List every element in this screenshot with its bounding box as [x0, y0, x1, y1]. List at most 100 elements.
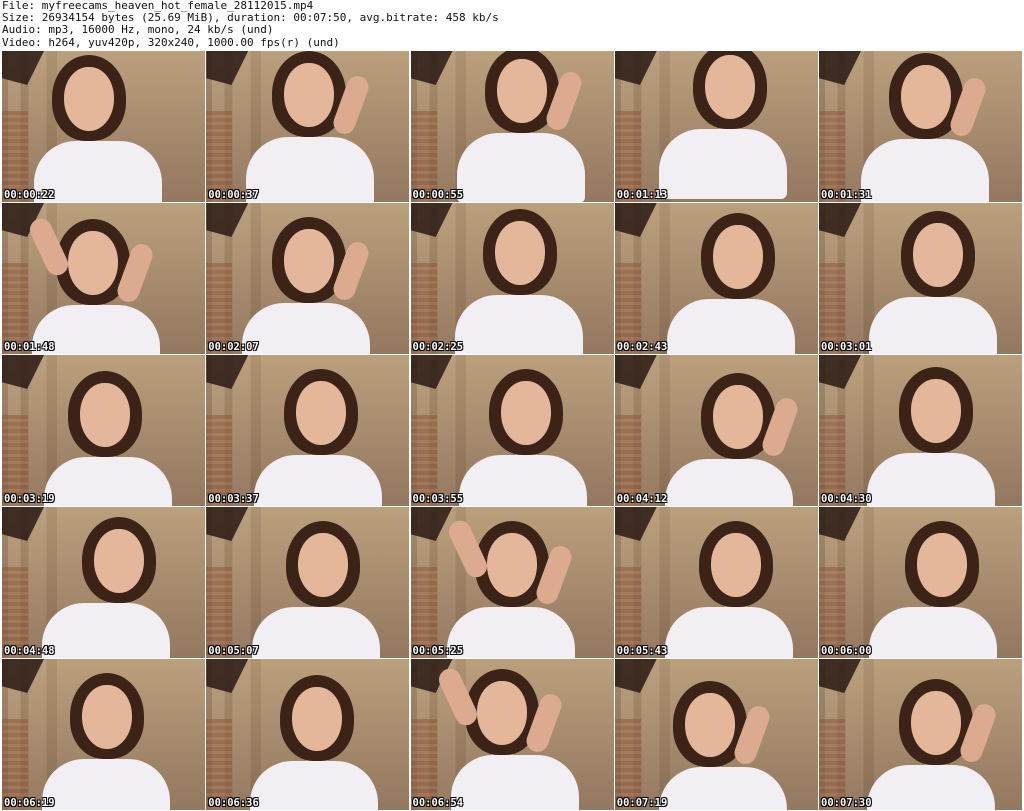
white-shirt	[44, 457, 172, 506]
thumbnail-timestamp: 00:06:00	[821, 645, 872, 657]
white-shirt	[246, 137, 375, 202]
thumbnail-timestamp: 00:00:37	[208, 189, 259, 201]
thumbnail-timestamp: 00:01:31	[821, 189, 872, 201]
background-shelf	[206, 51, 249, 85]
background-shelf	[2, 355, 44, 389]
thumbnail-timestamp: 00:01:13	[616, 189, 668, 201]
white-shirt	[252, 607, 381, 658]
thumbnail-timestamp: 00:03:19	[4, 493, 55, 505]
video-thumbnail: 00:04:48	[2, 507, 205, 658]
video-info-line: Video: h264, yuv420p, 320x240, 1000.00 f…	[2, 35, 340, 49]
thumbnail-timestamp: 00:05:25	[412, 645, 464, 657]
video-thumbnail: 00:02:43	[614, 203, 818, 354]
white-shirt	[861, 139, 989, 202]
face	[476, 681, 527, 745]
thumbnail-timestamp: 00:06:54	[412, 797, 464, 809]
white-shirt	[666, 299, 795, 354]
thumbnail-timestamp: 00:04:12	[616, 493, 668, 505]
white-shirt	[454, 295, 583, 354]
face	[684, 693, 735, 757]
white-shirt	[658, 129, 787, 199]
face	[500, 381, 551, 445]
background-shelf	[614, 203, 657, 237]
face	[486, 533, 537, 597]
background-shelf	[206, 355, 249, 389]
white-shirt	[42, 759, 170, 810]
background-shelf	[819, 355, 861, 389]
video-thumbnail: 00:03:01	[819, 203, 1022, 354]
thumbnail-timestamp: 00:03:01	[821, 341, 872, 353]
file-info-header: File: myfreecams_heaven_hot_female_28112…	[2, 0, 1022, 50]
thumbnail-timestamp: 00:01:48	[4, 341, 55, 353]
thumbnail-timestamp: 00:00:22	[4, 189, 55, 201]
thumbnail-timestamp: 00:07:19	[616, 797, 668, 809]
video-thumbnail: 00:05:43	[614, 507, 818, 658]
video-thumbnail: 00:04:30	[819, 355, 1022, 506]
background-shelf	[410, 51, 453, 85]
white-shirt	[450, 755, 579, 810]
white-shirt	[42, 603, 170, 658]
thumbnail-timestamp: 00:05:43	[616, 645, 668, 657]
video-thumbnail: 00:02:07	[206, 203, 410, 354]
face	[901, 65, 951, 129]
thumbnail-timestamp: 00:06:36	[208, 797, 259, 809]
video-thumbnail: 00:06:54	[410, 659, 614, 810]
face	[913, 223, 963, 287]
face	[64, 67, 114, 131]
white-shirt	[867, 765, 995, 810]
face	[292, 687, 343, 751]
face	[712, 385, 763, 449]
video-thumbnail: 00:04:12	[614, 355, 818, 506]
video-thumbnail: 00:03:19	[2, 355, 205, 506]
white-shirt	[664, 459, 793, 506]
video-thumbnail: 00:05:07	[206, 507, 410, 658]
face	[494, 221, 545, 285]
background-shelf	[614, 507, 657, 541]
white-shirt	[254, 455, 383, 506]
video-thumbnail: 00:02:25	[410, 203, 614, 354]
face	[94, 529, 144, 593]
background-shelf	[2, 659, 44, 693]
face	[712, 225, 763, 289]
face	[917, 533, 967, 597]
thumbnail-timestamp: 00:02:25	[412, 341, 464, 353]
video-thumbnail: 00:03:37	[206, 355, 410, 506]
white-shirt	[664, 607, 793, 658]
face	[68, 231, 118, 295]
background-shelf	[819, 507, 861, 541]
background-shelf	[206, 203, 249, 237]
face	[284, 63, 335, 127]
video-thumbnail: 00:07:19	[614, 659, 818, 810]
audio-info-line: Audio: mp3, 16000 Hz, mono, 24 kb/s (und…	[2, 23, 274, 37]
face	[496, 59, 547, 123]
face	[80, 383, 130, 447]
background-shelf	[2, 507, 44, 541]
white-shirt	[242, 303, 371, 354]
video-thumbnail: 00:01:31	[819, 51, 1022, 202]
face	[704, 55, 755, 119]
background-shelf	[614, 659, 657, 693]
video-thumbnail: 00:00:55	[410, 51, 614, 202]
face	[296, 381, 347, 445]
video-thumbnail: 00:01:13	[614, 51, 818, 202]
background-shelf	[819, 203, 861, 237]
video-thumbnail: 00:06:36	[206, 659, 410, 810]
thumbnail-timestamp: 00:06:19	[4, 797, 55, 809]
background-shelf	[2, 51, 44, 85]
face	[298, 533, 349, 597]
white-shirt	[458, 455, 587, 506]
video-thumbnail: 00:07:30	[819, 659, 1022, 810]
thumbnail-timestamp: 00:05:07	[208, 645, 259, 657]
white-shirt	[456, 133, 585, 202]
thumbnail-grid: 00:00:22 00:00:37 00:00:55 00:01:13 00:01:31…	[2, 51, 1022, 810]
background-shelf	[614, 51, 657, 85]
face	[911, 379, 961, 443]
white-shirt	[658, 767, 787, 810]
background-shelf	[819, 51, 861, 85]
white-shirt	[869, 297, 997, 354]
video-thumbnail: 00:00:37	[206, 51, 410, 202]
white-shirt	[869, 607, 997, 658]
background-shelf	[206, 507, 249, 541]
face	[82, 685, 132, 749]
face	[911, 691, 961, 755]
